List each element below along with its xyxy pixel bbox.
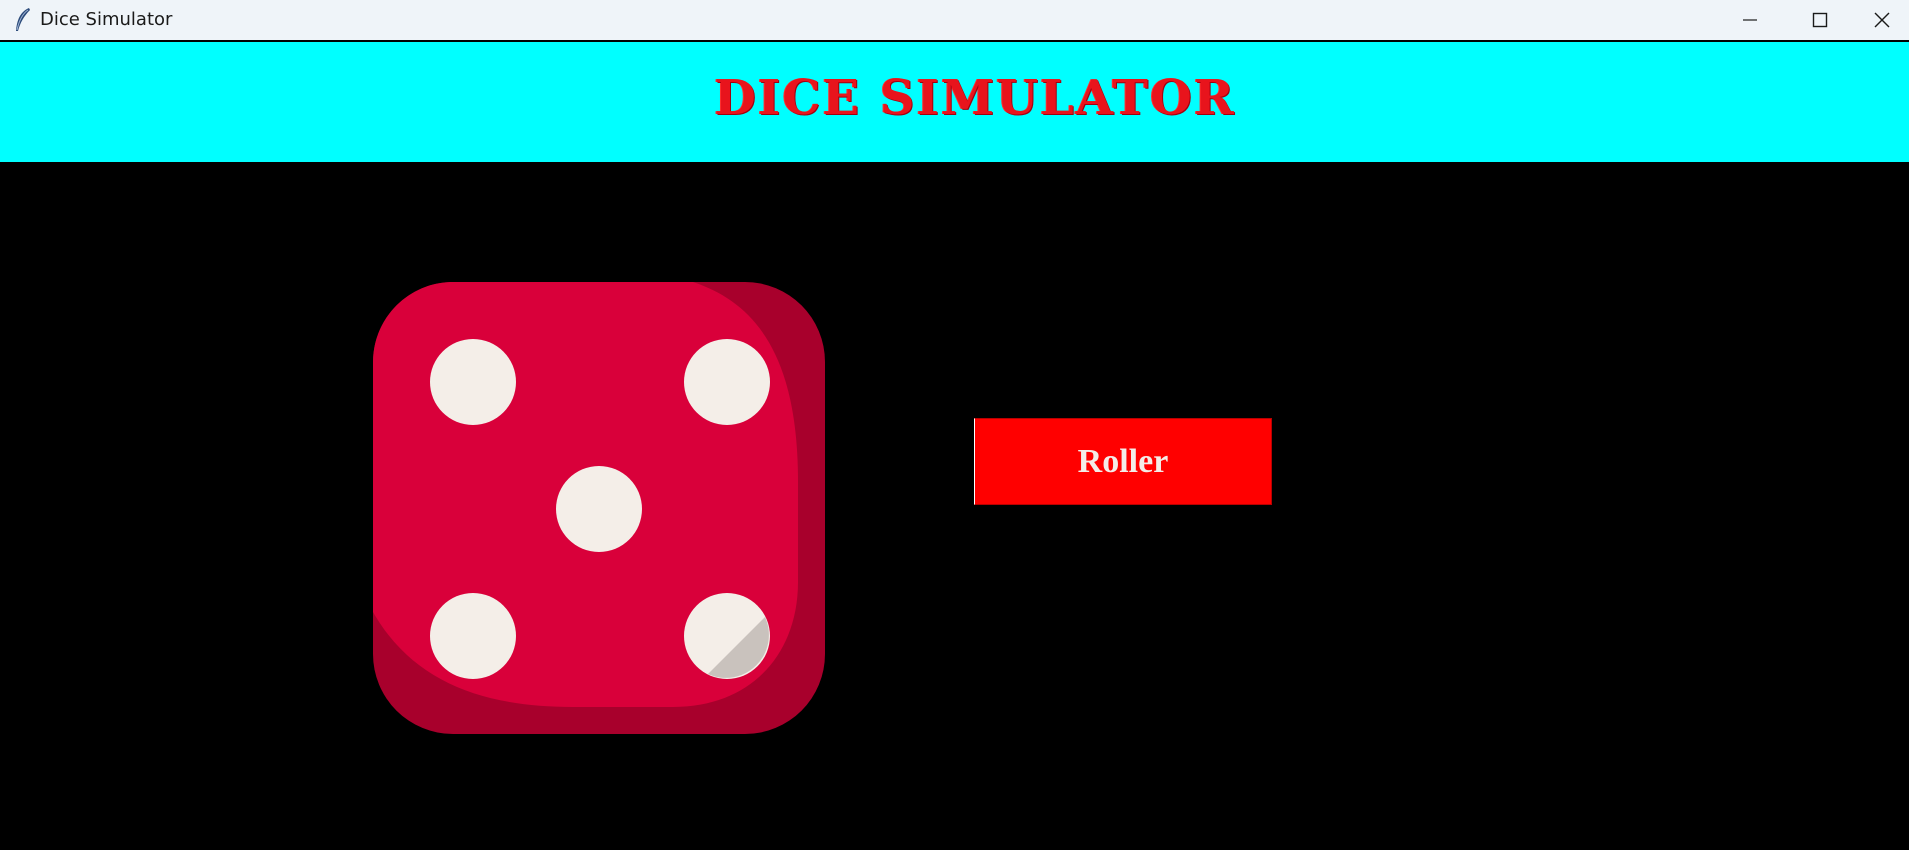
dice-pip-bottom-left (430, 593, 516, 679)
close-button[interactable] (1855, 0, 1909, 40)
roll-button[interactable]: Roller (974, 418, 1272, 505)
maximize-icon (1812, 12, 1828, 28)
dice-pip-center (556, 466, 642, 552)
dice-pip-top-right (684, 339, 770, 425)
header-banner: DICE SIMULATOR (0, 42, 1909, 162)
window-title: Dice Simulator (40, 9, 173, 30)
app-window: Dice Simulator DICE SIMULATOR Roller (0, 0, 1909, 850)
roll-button-label: Roller (1077, 442, 1169, 480)
minimize-icon (1743, 19, 1757, 21)
maximize-button[interactable] (1786, 0, 1854, 40)
dice-face-image (373, 282, 825, 734)
dice-pip-top-left (430, 339, 516, 425)
minimize-button[interactable] (1716, 0, 1784, 40)
feather-icon (16, 8, 30, 31)
close-icon (1874, 12, 1890, 28)
title-bar: Dice Simulator (0, 0, 1909, 40)
page-title: DICE SIMULATOR (714, 70, 1236, 126)
